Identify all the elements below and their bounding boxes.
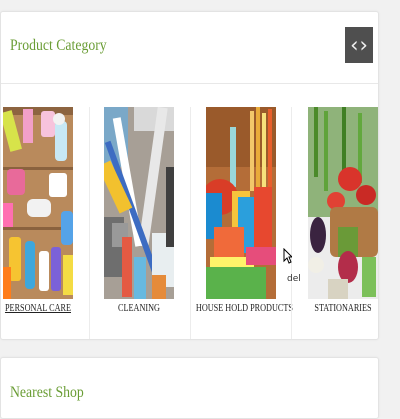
household-image[interactable] [206, 107, 276, 299]
category-label[interactable]: CLEANING [94, 303, 184, 314]
separator [291, 107, 292, 339]
product-category-card: Product Category ‹ › PERSONAL CARE CLEAN… [0, 11, 379, 340]
category-label[interactable]: STATIONARIES [298, 303, 388, 314]
category-item-stationaries[interactable]: STATIONARIES [308, 107, 378, 339]
category-label[interactable]: HOUSE HOLD PRODUCTS [196, 303, 293, 314]
divider [1, 83, 378, 84]
chevron-right-icon[interactable]: › [360, 34, 368, 56]
chevron-left-icon[interactable]: ‹ [350, 34, 358, 56]
cleaning-image[interactable] [104, 107, 174, 299]
carousel-nav[interactable]: ‹ › [345, 27, 373, 63]
nearest-shop-card: Nearest Shop [0, 357, 379, 419]
mouse-pointer-icon [283, 248, 292, 264]
separator [89, 107, 90, 339]
personal-care-image[interactable] [3, 107, 73, 299]
separator [190, 107, 191, 339]
category-item-household[interactable]: HOUSE HOLD PRODUCTS [196, 107, 293, 339]
product-category-title: Product Category [10, 37, 107, 54]
nearest-shop-title: Nearest Shop [10, 384, 84, 401]
category-label[interactable]: PERSONAL CARE [0, 303, 83, 314]
category-item-personal-care[interactable]: PERSONAL CARE [3, 107, 73, 339]
category-item-cleaning[interactable]: CLEANING [104, 107, 174, 339]
stationaries-image[interactable] [308, 107, 378, 299]
cursor-tooltip-text: del [287, 274, 301, 284]
